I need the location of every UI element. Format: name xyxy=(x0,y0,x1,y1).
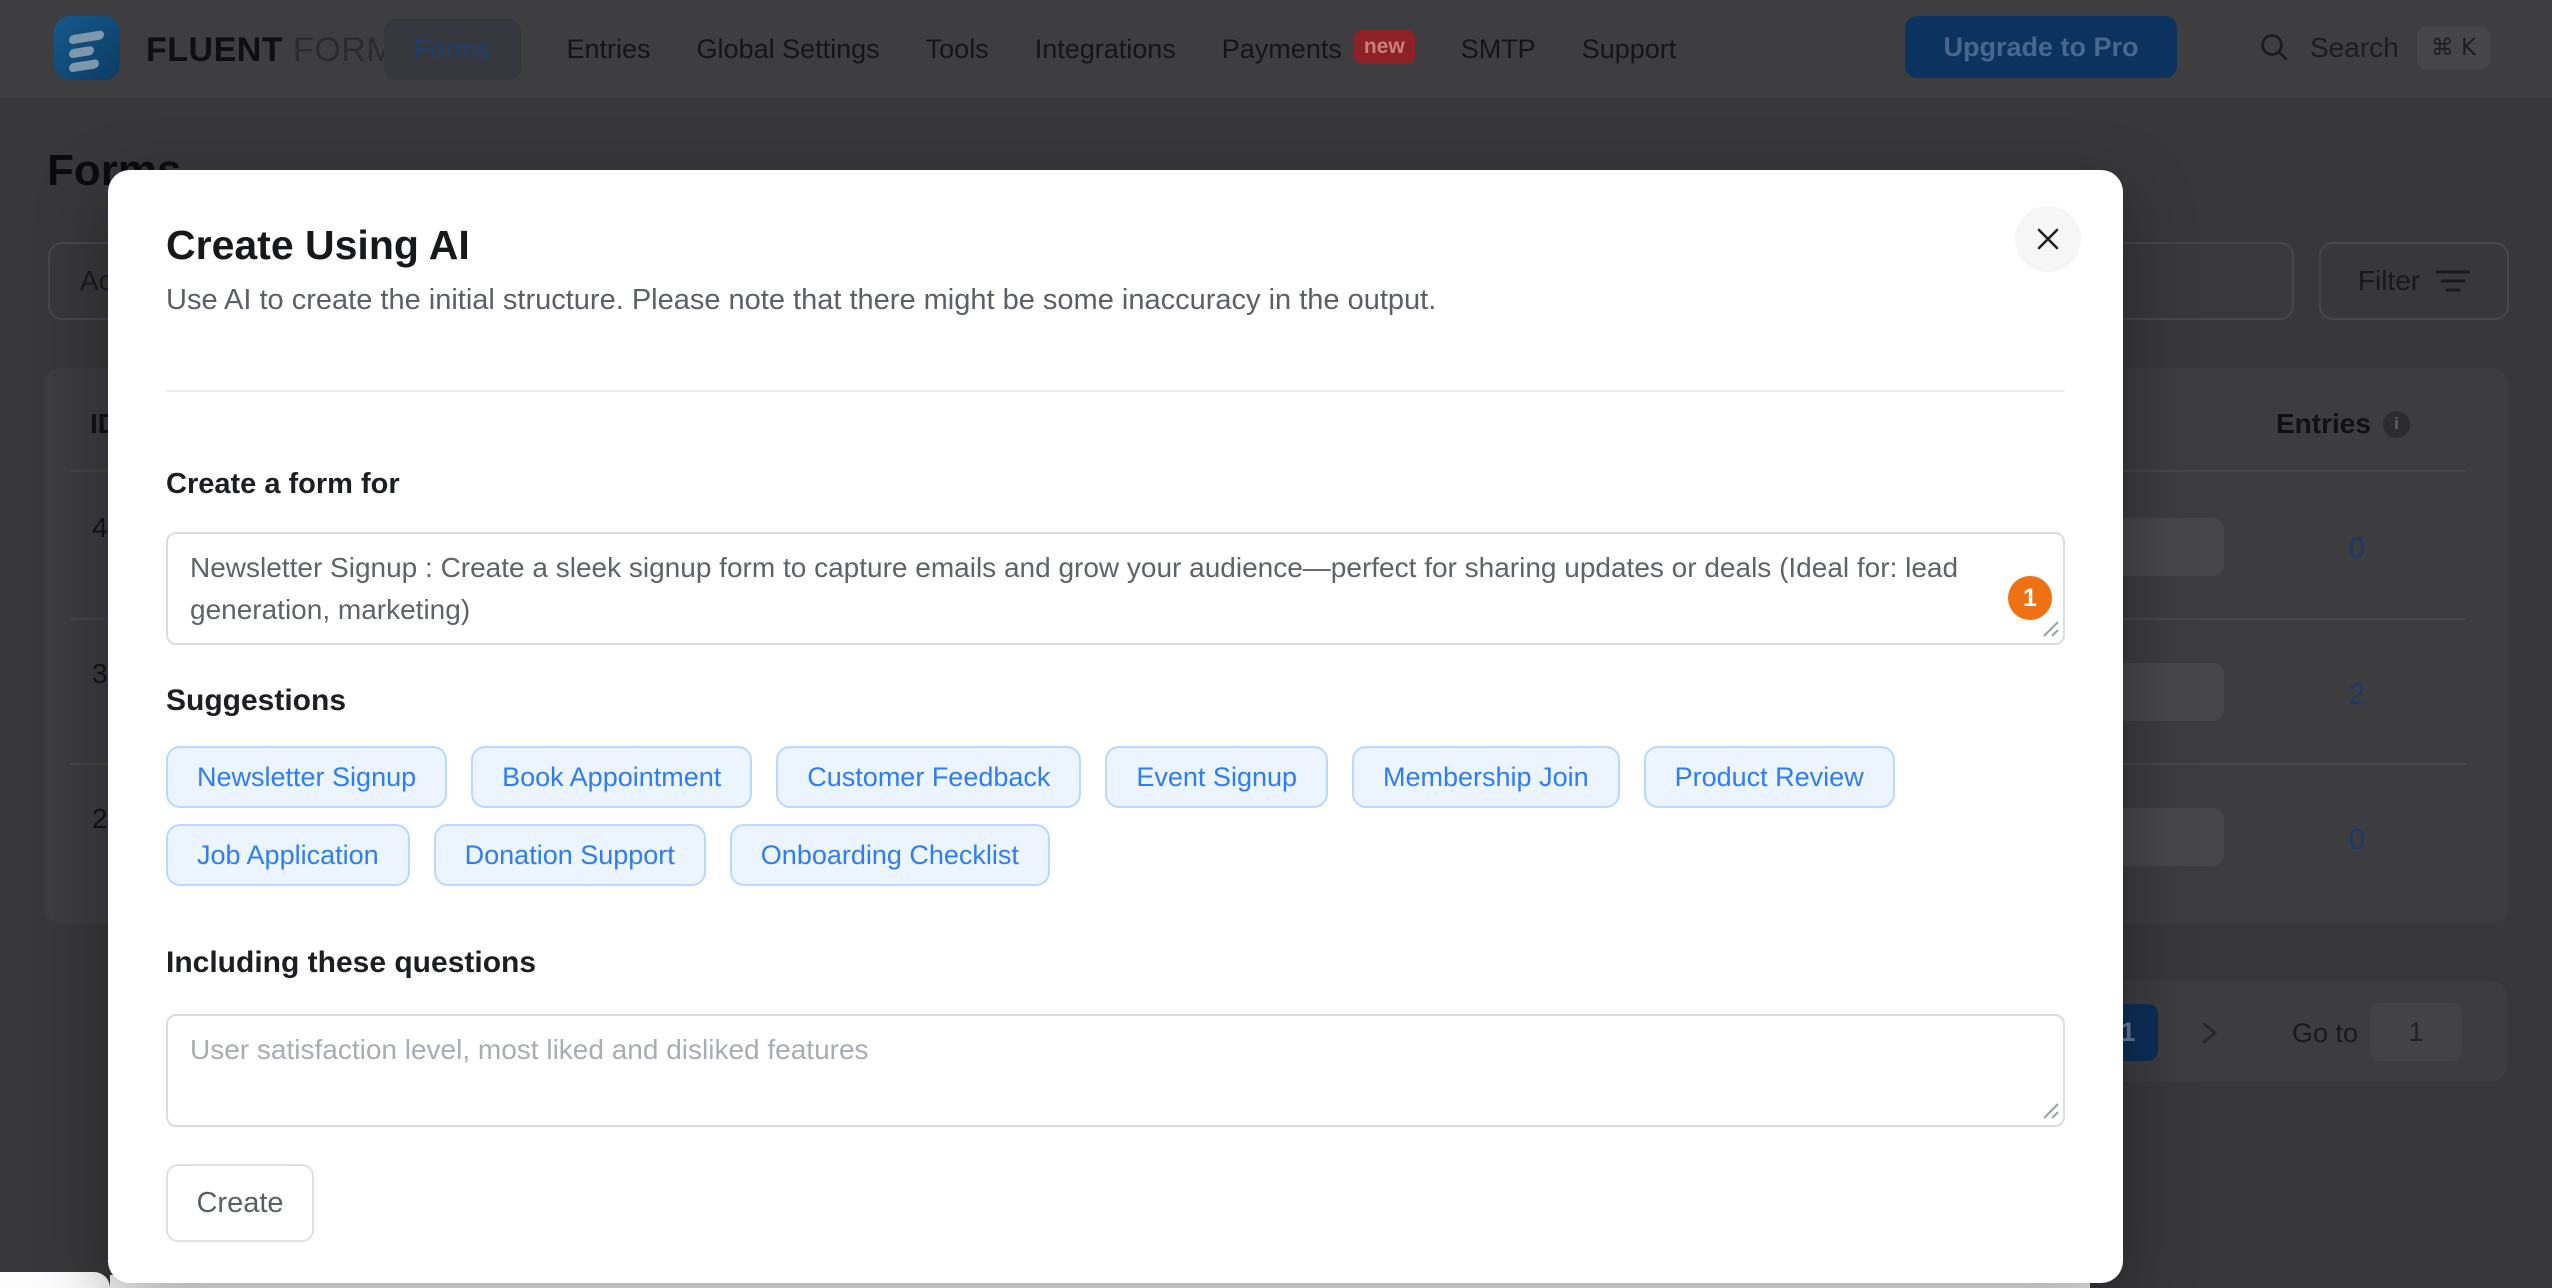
nav-item-tools[interactable]: Tools xyxy=(926,34,989,65)
fluent-forms-logo-icon[interactable] xyxy=(54,16,120,80)
questions-textarea[interactable] xyxy=(166,1014,2065,1127)
row-id-cell: 4 xyxy=(92,512,108,543)
row-id-cell: 3 xyxy=(92,658,108,689)
filter-label: Filter xyxy=(2357,265,2421,296)
page-bottom-corner xyxy=(0,1272,110,1288)
search-label: Search xyxy=(2310,32,2399,63)
prompt-textarea[interactable]: Newsletter Signup : Create a sleek signu… xyxy=(166,532,2065,645)
nav-item-integrations[interactable]: Integrations xyxy=(1035,34,1176,65)
brand-bold: FLUENT xyxy=(146,31,284,69)
modal-divider xyxy=(166,390,2065,392)
row-id-cell: 2 xyxy=(92,803,108,834)
keyboard-shortcut-badge: ⌘ K xyxy=(2416,26,2491,70)
filter-button[interactable]: Filter xyxy=(2319,242,2509,320)
create-using-ai-modal: Create Using AI Use AI to create the ini… xyxy=(108,170,2123,1283)
suggestion-chip-customer-feedback[interactable]: Customer Feedback xyxy=(776,746,1082,808)
row-entries-link[interactable]: 0 xyxy=(2327,823,2387,857)
suggestion-chip-job-application[interactable]: Job Application xyxy=(166,824,410,886)
suggestion-chip-onboarding-checklist[interactable]: Onboarding Checklist xyxy=(729,824,1050,886)
row-entries-link[interactable]: 2 xyxy=(2327,678,2387,712)
logo-bars-icon xyxy=(69,30,104,72)
chevron-right-icon[interactable] xyxy=(2196,1018,2222,1048)
nav-item-payments[interactable]: Payments xyxy=(1222,34,1342,65)
resize-handle-icon[interactable] xyxy=(2036,614,2060,638)
suggestion-chip-event-signup[interactable]: Event Signup xyxy=(1105,746,1329,808)
goto-page-input[interactable]: 1 xyxy=(2370,1003,2462,1061)
column-header-entries: Entries i xyxy=(2276,408,2410,440)
prompt-label: Create a form for xyxy=(166,468,400,500)
nav-menu: Forms Entries Global Settings Tools Inte… xyxy=(384,0,1676,98)
modal-close-button[interactable] xyxy=(2015,206,2081,272)
suggestion-chip-book-appointment[interactable]: Book Appointment xyxy=(471,746,753,808)
suggestions-row-2: Job Application Donation Support Onboard… xyxy=(166,824,1050,886)
modal-subtitle: Use AI to create the initial structure. … xyxy=(166,284,1437,316)
suggestions-label: Suggestions xyxy=(166,684,347,717)
goto-label: Go to xyxy=(2292,1018,2359,1048)
nav-item-support[interactable]: Support xyxy=(1582,34,1677,65)
upgrade-to-pro-button[interactable]: Upgrade to Pro xyxy=(1905,16,2177,78)
row-entries-link[interactable]: 0 xyxy=(2327,532,2387,566)
suggestions-row-1: Newsletter Signup Book Appointment Custo… xyxy=(166,746,1895,808)
suggestion-chip-donation-support[interactable]: Donation Support xyxy=(433,824,706,886)
questions-label: Including these questions xyxy=(166,946,537,979)
entries-header-label: Entries xyxy=(2276,408,2371,439)
nav-item-forms[interactable]: Forms xyxy=(384,18,521,80)
brand-title: FLUENT FORMS xyxy=(146,31,418,70)
global-search-button[interactable]: Search ⌘ K xyxy=(2258,20,2491,76)
nav-item-entries[interactable]: Entries xyxy=(567,34,651,65)
modal-title: Create Using AI xyxy=(166,222,470,268)
nav-item-smtp[interactable]: SMTP xyxy=(1461,34,1536,65)
suggestion-chip-product-review[interactable]: Product Review xyxy=(1643,746,1895,808)
suggestion-chip-newsletter-signup[interactable]: Newsletter Signup xyxy=(166,746,448,808)
nav-item-global-settings[interactable]: Global Settings xyxy=(697,34,880,65)
app-screen: FLUENT FORMS Forms Entries Global Settin… xyxy=(0,0,2552,1288)
search-icon xyxy=(2261,34,2288,61)
suggestion-chip-membership-join[interactable]: Membership Join xyxy=(1352,746,1620,808)
create-button[interactable]: Create xyxy=(166,1164,314,1242)
top-nav: FLUENT FORMS Forms Entries Global Settin… xyxy=(0,0,2552,98)
close-icon xyxy=(2037,228,2059,250)
payments-new-badge: new xyxy=(1353,30,1415,64)
filter-icon xyxy=(2436,270,2471,292)
info-icon[interactable]: i xyxy=(2382,410,2410,438)
resize-handle-icon[interactable] xyxy=(2036,1096,2060,1120)
